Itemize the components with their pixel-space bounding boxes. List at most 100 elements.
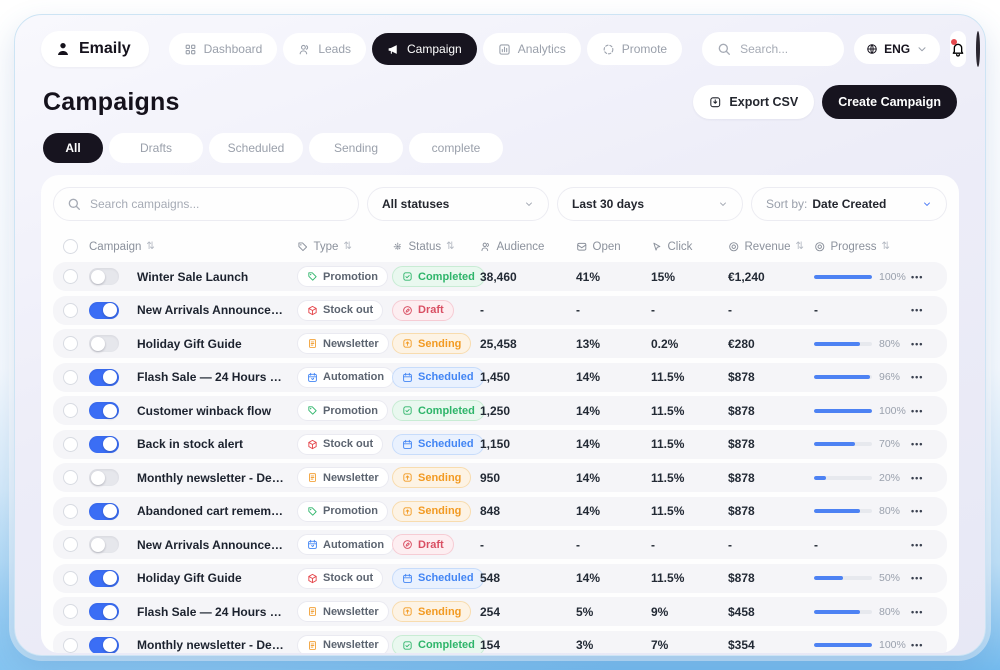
column-header-progress[interactable]: Progress⇅ [814, 241, 911, 253]
row-toggle[interactable] [89, 570, 119, 587]
type-cell: Promotion [297, 501, 392, 522]
row-checkbox[interactable] [63, 638, 78, 653]
table-row: Abandoned cart rememberPromotionSending8… [53, 497, 947, 526]
row-checkbox[interactable] [63, 403, 78, 418]
column-header-campaign[interactable]: Campaign⇅ [89, 241, 297, 253]
toggle-cell [89, 302, 137, 319]
row-checkbox[interactable] [63, 370, 78, 385]
export-csv-button[interactable]: Export CSV [693, 85, 814, 119]
mail-icon [576, 241, 588, 253]
type-badge: Stock out [297, 300, 383, 321]
row-checkbox[interactable] [63, 537, 78, 552]
row-menu-button[interactable]: ••• [911, 573, 947, 583]
column-header-open[interactable]: Open [576, 241, 651, 253]
row-checkbox[interactable] [63, 604, 78, 619]
row-menu-button[interactable]: ••• [911, 607, 947, 617]
tag-icon [307, 506, 318, 517]
status-filter-select[interactable]: All statuses [367, 187, 549, 221]
nav-item-analytics[interactable]: Analytics [483, 33, 581, 65]
date-range-select[interactable]: Last 30 days [557, 187, 743, 221]
sort-icon[interactable]: ⇅ [343, 241, 351, 252]
row-checkbox[interactable] [63, 303, 78, 318]
row-toggle[interactable] [89, 302, 119, 319]
revenue-value: $878 [728, 404, 814, 418]
row-toggle[interactable] [89, 369, 119, 386]
nav-item-label: Analytics [518, 42, 566, 56]
campaign-search-input[interactable] [90, 197, 346, 211]
audience-value: 254 [480, 605, 576, 619]
sort-icon[interactable]: ⇅ [796, 241, 804, 252]
column-header-click[interactable]: Click [651, 241, 728, 253]
nav-item-dashboard[interactable]: Dashboard [169, 33, 278, 65]
notifications-button[interactable] [950, 31, 966, 67]
table-body: Winter Sale LaunchPromotionCompleted38,4… [53, 262, 947, 653]
status-cell: Scheduled [392, 434, 480, 455]
nav-item-leads[interactable]: Leads [283, 33, 366, 65]
toggle-knob [91, 471, 105, 485]
row-toggle[interactable] [89, 536, 119, 553]
column-header-revenue[interactable]: Revenue⇅ [728, 241, 814, 253]
tab-drafts[interactable]: Drafts [109, 133, 203, 163]
row-toggle[interactable] [89, 335, 119, 352]
sort-icon[interactable]: ⇅ [446, 241, 454, 252]
user-avatar[interactable] [976, 31, 980, 67]
row-menu-button[interactable]: ••• [911, 372, 947, 382]
doc-icon [307, 606, 318, 617]
nav-item-campaign[interactable]: Campaign [372, 33, 477, 65]
row-toggle[interactable] [89, 503, 119, 520]
row-menu-button[interactable]: ••• [911, 640, 947, 650]
row-toggle[interactable] [89, 469, 119, 486]
nav-item-promote[interactable]: Promote [587, 33, 682, 65]
tab-complete[interactable]: complete [409, 133, 503, 163]
row-checkbox[interactable] [63, 269, 78, 284]
progress-label: 100% [879, 271, 906, 283]
row-checkbox[interactable] [63, 336, 78, 351]
row-toggle[interactable] [89, 603, 119, 620]
row-menu-button[interactable]: ••• [911, 339, 947, 349]
progress-cell: 50% [814, 572, 911, 584]
person-logo-icon [55, 41, 71, 57]
row-menu-button[interactable]: ••• [911, 439, 947, 449]
revenue-value: $878 [728, 437, 814, 451]
row-toggle[interactable] [89, 637, 119, 654]
campaign-search[interactable] [53, 187, 359, 221]
row-checkbox[interactable] [63, 571, 78, 586]
tab-scheduled[interactable]: Scheduled [209, 133, 303, 163]
row-toggle[interactable] [89, 436, 119, 453]
campaign-name: New Arrivals Announcement [137, 303, 297, 317]
sort-select[interactable]: Sort by: Date Created [751, 187, 947, 221]
doc-icon [307, 640, 318, 651]
sort-icon[interactable]: ⇅ [882, 241, 890, 252]
progress-bar [814, 476, 872, 480]
global-search[interactable] [702, 32, 844, 66]
brand-logo[interactable]: Emaily [41, 31, 149, 67]
click-rate: 15% [651, 270, 728, 284]
column-header-status[interactable]: Status⇅ [392, 241, 480, 253]
row-toggle[interactable] [89, 268, 119, 285]
row-checkbox[interactable] [63, 504, 78, 519]
row-checkbox[interactable] [63, 470, 78, 485]
row-menu-button[interactable]: ••• [911, 540, 947, 550]
row-menu-button[interactable]: ••• [911, 305, 947, 315]
status-label: Sending [418, 472, 461, 484]
row-toggle[interactable] [89, 402, 119, 419]
type-label: Promotion [323, 405, 378, 417]
create-campaign-button[interactable]: Create Campaign [822, 85, 957, 119]
sort-icon[interactable]: ⇅ [146, 241, 154, 252]
campaign-name: New Arrivals Announcement [137, 538, 297, 552]
tab-all[interactable]: All [43, 133, 103, 163]
row-menu-button[interactable]: ••• [911, 506, 947, 516]
nav-item-label: Campaign [407, 42, 462, 56]
row-menu-button[interactable]: ••• [911, 473, 947, 483]
click-rate: 0.2% [651, 337, 728, 351]
column-header-audience[interactable]: Audience [480, 241, 576, 253]
tab-sending[interactable]: Sending [309, 133, 403, 163]
language-selector[interactable]: ENG [854, 34, 940, 64]
row-checkbox[interactable] [63, 437, 78, 452]
row-menu-button[interactable]: ••• [911, 272, 947, 282]
column-header-type[interactable]: Type⇅ [297, 241, 392, 253]
global-search-input[interactable] [740, 42, 830, 56]
table-row: Winter Sale LaunchPromotionCompleted38,4… [53, 262, 947, 291]
select-all-checkbox[interactable] [63, 239, 78, 254]
row-menu-button[interactable]: ••• [911, 406, 947, 416]
